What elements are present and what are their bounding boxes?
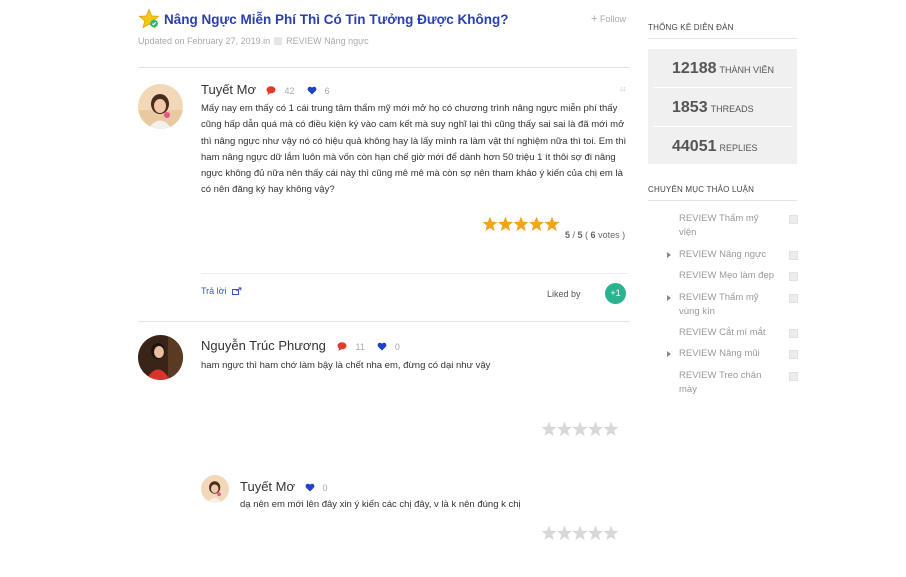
comment-stats: 42 6 [266,86,330,96]
stat-members: 12188 THÀNH VIÊN [672,60,774,78]
star-icon [482,216,498,231]
stat-replies: 44051 REPLIES [672,138,758,156]
stat-label: REPLIES [719,143,758,153]
comment-author[interactable]: Nguyễn Trúc Phương [201,338,326,353]
post-title[interactable]: Nâng Ngực Miễn Phí Thì Có Tin Tưởng Được… [164,12,509,27]
comment-author[interactable]: Tuyết Mơ [240,479,295,494]
star-icon [513,216,529,231]
plus-icon: + [591,13,598,25]
follow-label: Follow [599,14,626,24]
divider [138,321,630,322]
rating-votes: 6 [590,230,596,240]
plus-one-button[interactable]: +1 [605,283,626,304]
star-icon [529,216,544,231]
star-rating[interactable] [482,216,562,232]
avatar[interactable] [138,335,183,380]
follow-button[interactable]: + Follow [591,13,626,25]
comment-stats: 11 0 [337,342,400,352]
category-item[interactable]: REVIEW Treo chân mày [679,369,775,397]
comment-text: ham ngực thì ham chớ làm bậy là chết nha… [201,360,491,371]
category-icon [789,272,798,281]
chevron-right-icon[interactable] [667,295,671,301]
stats-heading: THỐNG KÊ DIỄN ĐÀN [648,23,734,32]
heart-icon[interactable] [305,483,315,492]
stat-threads: 1853 THREADS [672,99,754,117]
divider [648,200,797,201]
category-item[interactable]: REVIEW Nâng ngực [679,248,775,262]
star-rating[interactable] [541,421,621,437]
comment-text: Mấy nay em thấy có 1 cái trung tâm thẩm … [201,103,627,196]
category-icon [789,294,798,303]
votes-word: votes [598,230,620,240]
star-badge-icon [138,8,160,29]
stat-label: THREADS [710,104,754,114]
star-icon [603,525,619,540]
divider [138,67,630,68]
star-rating[interactable] [541,525,621,541]
like-count: 0 [322,483,328,493]
star-icon [588,421,603,436]
divider [648,38,797,39]
category-item[interactable]: REVIEW Cắt mí mắt [679,326,775,340]
chevron-right-icon[interactable] [667,252,671,258]
comment-stats: 0 [305,483,328,493]
star-icon [544,216,560,231]
avatar[interactable] [138,84,183,129]
divider [653,87,792,88]
like-count: 6 [324,86,330,96]
divider [653,126,792,127]
comment-icon [337,342,347,351]
comment-count: 11 [355,342,365,352]
stat-label: THÀNH VIÊN [719,65,775,75]
category-item[interactable]: REVIEW Thẩm mỹ vùng kín [679,291,775,319]
star-icon [572,421,588,436]
star-icon [541,421,557,436]
category-icon [789,372,798,381]
star-icon [557,421,572,436]
stat-value: 12188 [672,60,717,77]
rating-summary: 5 / 5 ( 6 votes ) [565,230,626,240]
post-category-link[interactable]: REVIEW Nâng ngực [286,36,369,46]
comment-author[interactable]: Tuyết Mơ [201,82,256,97]
category-icon [789,251,798,260]
chevron-right-icon[interactable] [667,351,671,357]
category-item[interactable]: REVIEW Thẩm mỹ viện [679,212,775,240]
stat-value: 44051 [672,138,717,155]
categories-heading: CHUYÊN MỤC THẢO LUẬN [648,185,755,194]
stats-panel: 12188 THÀNH VIÊN 1853 THREADS 44051 REPLIES [648,49,797,164]
rating-score: 5 [565,230,571,240]
like-count: 0 [394,342,400,352]
liked-by-label: Liked by [547,289,581,299]
post-meta: Updated on February 27, 2019 in REVIEW Nâ… [138,36,369,46]
star-icon [541,525,557,540]
comment-text: dạ nên em mới lên đây xin ý kiến các chị… [240,499,521,510]
share-icon [232,287,242,295]
reply-button[interactable]: Trả lời [201,286,242,296]
reply-label: Trả lời [201,286,227,296]
comment-icon [266,86,276,95]
category-icon [789,215,798,224]
stat-value: 1853 [672,99,708,116]
heart-icon[interactable] [307,86,317,95]
category-item[interactable]: REVIEW Mẹo làm đẹp [679,269,775,283]
star-icon [603,421,619,436]
heart-icon[interactable] [377,342,387,351]
star-icon [588,525,603,540]
star-icon [572,525,588,540]
star-icon [557,525,572,540]
folder-icon [274,37,283,45]
category-item[interactable]: REVIEW Nâng mũi [679,347,775,361]
comment-count: 42 [284,86,295,96]
category-icon [789,350,798,359]
divider [201,273,629,274]
star-icon [498,216,513,231]
updated-date: Updated on February 27, 2019 in [138,36,271,46]
avatar[interactable] [201,475,229,503]
category-icon [789,329,798,338]
rating-max: 5 [577,230,583,240]
